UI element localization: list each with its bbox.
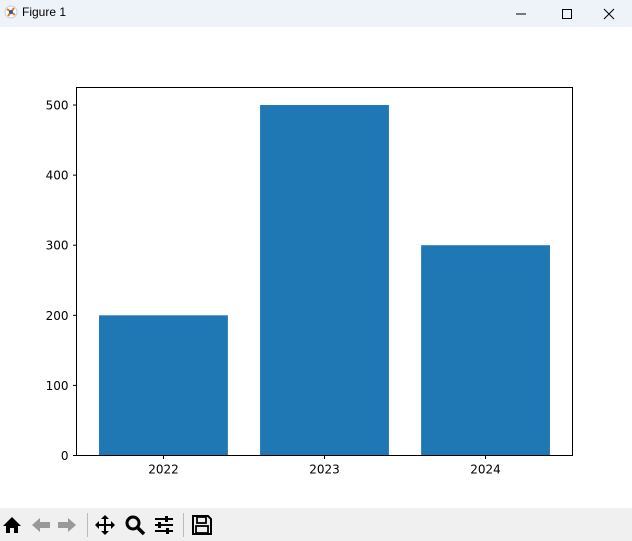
maximize-icon — [562, 8, 572, 19]
bar-chart: 0 100 200 300 400 500 2022 2023 2024 — [46, 87, 573, 477]
back-icon[interactable] — [30, 514, 52, 536]
toolbar-separator — [87, 513, 88, 537]
minimize-button[interactable] — [498, 0, 544, 27]
bar-2022 — [99, 315, 228, 456]
maximize-button[interactable] — [544, 0, 590, 27]
navigation-toolbar — [0, 508, 632, 541]
bar-2024 — [421, 245, 550, 456]
title-bar: Figure 1 — [0, 0, 632, 27]
save-icon[interactable] — [191, 514, 213, 536]
y-tick-label: 200 — [46, 309, 69, 323]
close-button[interactable] — [586, 0, 632, 27]
bar-2023 — [260, 105, 389, 456]
forward-icon[interactable] — [56, 514, 78, 536]
zoom-icon[interactable] — [124, 514, 146, 536]
window-title: Figure 1 — [22, 5, 67, 19]
toolbar-separator — [183, 513, 184, 537]
y-tick-label: 0 — [61, 449, 69, 463]
x-tick-label: 2024 — [470, 463, 501, 477]
minimize-icon — [516, 13, 526, 14]
x-tick-label: 2022 — [148, 463, 179, 477]
x-tick-label: 2023 — [309, 463, 340, 477]
pan-icon[interactable] — [94, 514, 116, 536]
y-tick-label: 300 — [46, 239, 69, 253]
y-tick-label: 400 — [46, 169, 69, 183]
configure-subplots-icon[interactable] — [153, 514, 175, 536]
close-icon — [603, 8, 615, 19]
home-icon[interactable] — [1, 514, 23, 536]
matplotlib-app-icon — [4, 5, 18, 19]
y-tick-label: 500 — [46, 99, 69, 113]
y-tick-label: 100 — [46, 379, 69, 393]
